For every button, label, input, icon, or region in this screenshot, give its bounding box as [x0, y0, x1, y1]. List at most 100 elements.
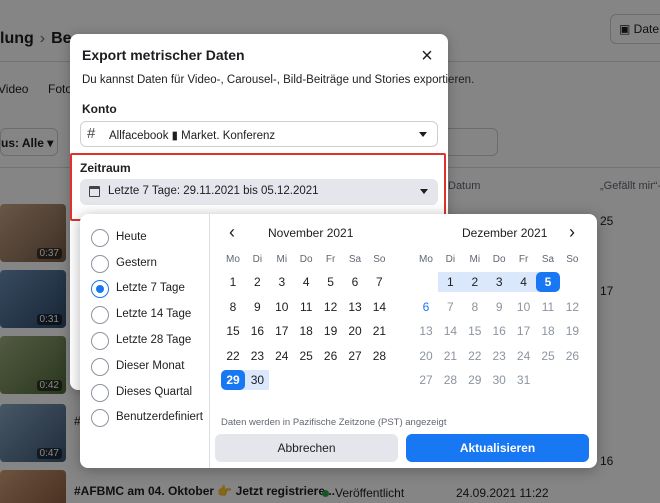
account-value: Allfacebook ▮ Market. Konferenz [109, 130, 276, 142]
preset-option[interactable]: Dieser Monat [91, 357, 211, 377]
calendar-day[interactable]: 19 [319, 321, 343, 341]
preset-option[interactable]: Letzte 7 Tage [91, 279, 211, 299]
calendar-day[interactable]: 16 [487, 321, 511, 341]
calendar-day[interactable]: 13 [343, 297, 367, 317]
calendar-day[interactable]: 24 [512, 346, 536, 366]
calendar-day[interactable]: 29 [463, 370, 487, 390]
calendar-day[interactable]: 26 [560, 346, 584, 366]
weekday-header: Mo [226, 254, 240, 265]
preset-option[interactable]: Benutzerdefiniert [91, 408, 211, 428]
calendar-day[interactable]: 1 [221, 272, 245, 292]
radio-button-selected[interactable] [91, 280, 109, 298]
calendar-day[interactable]: 4 [294, 272, 318, 292]
calendar-day[interactable]: 14 [438, 321, 462, 341]
calendar-day[interactable]: 3 [487, 272, 512, 292]
weekday-header: Sa [541, 254, 555, 265]
preset-option[interactable]: Letzte 28 Tage [91, 331, 211, 351]
period-value: Letzte 7 Tage: 29.11.2021 bis 05.12.2021 [108, 185, 319, 197]
calendar-day[interactable]: 10 [270, 297, 294, 317]
calendar-day[interactable]: 11 [536, 297, 560, 317]
calendar-day[interactable]: 25 [536, 346, 560, 366]
radio-button[interactable] [91, 255, 109, 273]
calendar-day[interactable]: 20 [414, 346, 438, 366]
calendar-day[interactable]: 14 [367, 297, 391, 317]
calendar-day[interactable]: 30 [487, 370, 511, 390]
calendar-day[interactable]: 16 [245, 321, 269, 341]
preset-option[interactable]: Heute [91, 228, 211, 248]
calendar-day[interactable]: 9 [245, 297, 269, 317]
radio-button[interactable] [91, 332, 109, 350]
close-icon[interactable]: × [416, 46, 438, 68]
prev-month-icon[interactable]: ‹ [223, 223, 241, 242]
preset-list: Heute Gestern Letzte 7 Tage Letzte 14 Ta… [80, 214, 210, 468]
calendar-day[interactable]: 6 [343, 272, 367, 292]
calendar-day[interactable]: 12 [319, 297, 343, 317]
calendar-day[interactable]: 24 [270, 346, 294, 366]
preset-option[interactable]: Letzte 14 Tage [91, 305, 211, 325]
month-title-left: November 2021 [268, 226, 354, 240]
calendar-day[interactable]: 18 [536, 321, 560, 341]
calendar-day[interactable]: 21 [438, 346, 462, 366]
timezone-note: Daten werden in Pazifische Zeitzone (PST… [221, 417, 447, 428]
cancel-button[interactable]: Abbrechen [215, 434, 398, 462]
radio-button[interactable] [91, 306, 109, 324]
weekday-header: Mi [276, 254, 288, 265]
calendar-day[interactable]: 18 [294, 321, 318, 341]
next-month-icon[interactable]: › [563, 223, 581, 242]
period-select[interactable]: Letzte 7 Tage: 29.11.2021 bis 05.12.2021 [80, 179, 438, 205]
calendar-day[interactable]: 4 [511, 272, 536, 292]
apply-button[interactable]: Aktualisieren [406, 434, 589, 462]
calendar-day[interactable]: 11 [294, 297, 318, 317]
preset-label: Letzte 28 Tage [116, 334, 192, 346]
calendar-day[interactable]: 7 [367, 272, 391, 292]
calendar-day[interactable]: 22 [463, 346, 487, 366]
radio-button[interactable] [91, 384, 109, 402]
calendar-day[interactable]: 30 [245, 370, 270, 391]
radio-button[interactable] [91, 409, 109, 427]
calendar-day[interactable]: 15 [221, 321, 245, 341]
calendar-day[interactable]: 3 [270, 272, 294, 292]
calendar-day[interactable]: 10 [512, 297, 536, 317]
calendar-day[interactable]: 9 [487, 297, 511, 317]
calendar-day[interactable]: 7 [438, 297, 462, 317]
calendar-day[interactable]: 1 [438, 272, 463, 292]
weekday-header: Do [299, 254, 313, 265]
calendar-day[interactable]: 2 [462, 272, 487, 292]
chevron-down-icon [420, 189, 428, 194]
calendar-day[interactable]: 23 [487, 346, 511, 366]
weekday-header: Di [445, 254, 456, 265]
weekday-header: Di [252, 254, 263, 265]
radio-button[interactable] [91, 229, 109, 247]
calendar-day[interactable]: 22 [221, 346, 245, 366]
calendar-icon [89, 186, 100, 197]
calendar-day[interactable]: 6 [414, 297, 438, 317]
calendar-day[interactable]: 13 [414, 321, 438, 341]
calendar-day[interactable]: 25 [294, 346, 318, 366]
calendar-day[interactable]: 23 [245, 346, 269, 366]
calendar-day[interactable]: 28 [438, 370, 462, 390]
calendar-day[interactable]: 17 [270, 321, 294, 341]
calendar-day[interactable]: 15 [463, 321, 487, 341]
calendar-day[interactable]: 31 [512, 370, 536, 390]
calendar-day[interactable]: 17 [512, 321, 536, 341]
calendar-day[interactable]: 27 [343, 346, 367, 366]
preset-option[interactable]: Dieses Quartal [91, 383, 211, 403]
calendar-day[interactable]: 12 [560, 297, 584, 317]
calendar-day[interactable]: 26 [319, 346, 343, 366]
preset-option[interactable]: Gestern [91, 254, 211, 274]
radio-button[interactable] [91, 358, 109, 376]
calendar-day[interactable]: 20 [343, 321, 367, 341]
calendar-day[interactable]: 5 [319, 272, 343, 292]
calendar-day[interactable]: 8 [221, 297, 245, 317]
calendar-day[interactable]: 27 [414, 370, 438, 390]
calendar-day[interactable]: 19 [560, 321, 584, 341]
calendar-day[interactable]: 21 [367, 321, 391, 341]
account-select[interactable]: # Allfacebook ▮ Market. Konferenz [80, 121, 438, 147]
calendar-day[interactable]: 29 [221, 370, 245, 391]
calendar-day[interactable]: 5 [536, 272, 560, 292]
weekday-header: Do [492, 254, 506, 265]
month-title-right: Dezember 2021 [462, 226, 548, 240]
calendar-day[interactable]: 28 [367, 346, 391, 366]
calendar-day[interactable]: 8 [463, 297, 487, 317]
calendar-day[interactable]: 2 [245, 272, 269, 292]
